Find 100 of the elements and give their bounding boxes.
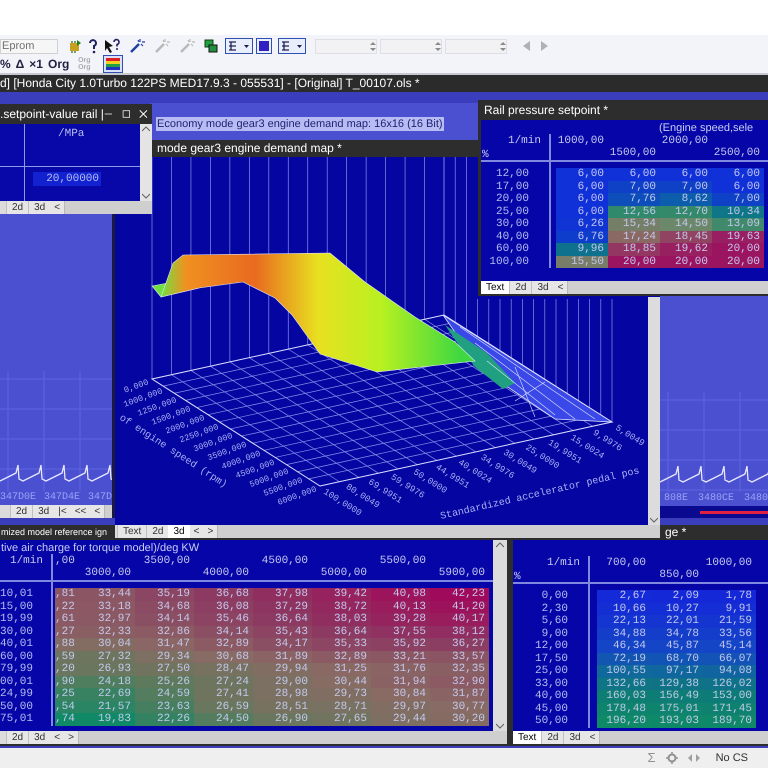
table-cell: 29,94: [253, 663, 312, 676]
view-tab[interactable]: 3d: [28, 731, 50, 744]
scroll-button[interactable]: <<: [70, 505, 90, 518]
scrollbar[interactable]: [493, 540, 507, 731]
row-header: 19,99: [0, 613, 34, 626]
table-cell: 15,50: [556, 256, 608, 268]
column-header: 4500,00: [260, 554, 309, 568]
scroll-button[interactable]: |<: [54, 505, 71, 518]
help-icon[interactable]: [86, 38, 100, 54]
gear-icon[interactable]: [666, 752, 678, 764]
window-title: d] [Honda City 1.0Turbo 122PS MED17.9.3 - 055531] - [Original] T_00107.ols *: [0, 75, 768, 92]
view-tab[interactable]: 2d: [146, 525, 168, 538]
row-header: 33,00: [534, 678, 569, 690]
table-cell: 29,44: [371, 713, 430, 726]
spin-arrows-icon[interactable]: [370, 40, 376, 52]
table-cell: 34,17: [253, 638, 312, 650]
row-header: 0,00: [540, 590, 569, 602]
view-tab[interactable]: 2d: [541, 731, 564, 744]
unit-label: %: [513, 570, 521, 584]
spin-field[interactable]: [315, 38, 377, 54]
address-label: 3480CE: [698, 492, 734, 506]
table-cell: 28,71: [312, 700, 371, 713]
table-cell: ,74: [55, 713, 76, 726]
table-cell: 34,14: [135, 613, 194, 626]
row-header: 100,00: [488, 256, 530, 268]
unit-label: 1/min: [506, 134, 542, 148]
scroll-button[interactable]: <: [90, 505, 104, 518]
table-cell: 1,78: [703, 590, 756, 602]
marker-line: [700, 510, 768, 514]
table-cell: 6,26: [556, 218, 608, 230]
column-header: 2500,00: [712, 146, 761, 160]
view-tab[interactable]: 2d: [6, 731, 28, 744]
table-cell: 34,88: [597, 628, 650, 640]
mode-button[interactable]: %: [0, 56, 11, 72]
scroll-button[interactable]: >: [203, 525, 218, 538]
table-cell: 196,20: [597, 715, 650, 728]
scroll-button[interactable]: <: [50, 731, 64, 744]
table-cell: 31,87: [430, 688, 489, 700]
spin-field[interactable]: [380, 38, 442, 54]
up-caret-icon[interactable]: [496, 542, 504, 548]
down-caret-icon[interactable]: [650, 517, 658, 523]
file-selector[interactable]: Eprom: [0, 38, 58, 54]
down-caret-icon[interactable]: [142, 193, 150, 199]
view-tab[interactable]: 2d: [10, 505, 32, 518]
table-cell: 34,68: [135, 600, 194, 613]
view-tab[interactable]: Text: [117, 525, 146, 538]
mode-button[interactable]: Δ: [16, 56, 24, 72]
table-cell: 41,20: [430, 600, 489, 613]
scroll-button[interactable]: <: [586, 731, 600, 744]
layout-dropdown-icon[interactable]: [278, 38, 306, 54]
row-header: 40,00: [534, 690, 569, 702]
mode-button[interactable]: Org: [48, 56, 70, 72]
view-tab[interactable]: 3d: [531, 281, 554, 294]
column-header: 850,00: [658, 568, 700, 582]
down-caret-icon[interactable]: [496, 723, 504, 729]
wand-icon[interactable]: [128, 38, 146, 54]
table-cell: 32,89: [194, 638, 253, 650]
view-tab[interactable]: Text: [481, 281, 510, 294]
scroll-button[interactable]: <: [554, 281, 568, 294]
scrollbar[interactable]: [140, 124, 152, 201]
spin-field[interactable]: [445, 38, 507, 54]
table-cell: 46,34: [597, 640, 650, 652]
table-cell: 35,92: [371, 638, 430, 650]
table-cell: 6,00: [556, 180, 608, 193]
maximize-icon[interactable]: [122, 108, 130, 120]
row-header: 25,00: [534, 665, 569, 678]
table-cell: 33,56: [703, 628, 756, 640]
windows-icon[interactable]: [203, 38, 219, 54]
scroll-button[interactable]: >: [64, 731, 78, 744]
table-cell: 35,43: [253, 626, 312, 638]
table-cell: 31,47: [135, 638, 194, 650]
table-cell: 19,63: [712, 230, 764, 243]
close-icon[interactable]: [139, 108, 148, 120]
scroll-button[interactable]: <: [50, 201, 64, 214]
view-tab[interactable]: 3d: [32, 505, 54, 518]
scrollbar[interactable]: [648, 297, 660, 525]
layout-dropdown-icon[interactable]: [225, 38, 253, 54]
color-square-icon[interactable]: [256, 38, 272, 54]
spin-arrows-icon[interactable]: [500, 40, 506, 52]
chip-icon[interactable]: [67, 38, 83, 54]
view-tab[interactable]: 3d: [168, 525, 190, 538]
view-tab[interactable]: 2d: [6, 201, 28, 214]
table-cell: 31,94: [371, 676, 430, 688]
pointer-help-icon[interactable]: [103, 38, 121, 54]
spin-arrows-icon[interactable]: [435, 40, 441, 52]
up-caret-icon[interactable]: [142, 126, 150, 132]
column-header: 1500,00: [608, 146, 657, 160]
scroll-button[interactable]: <: [190, 525, 204, 538]
table-cell: 32,33: [76, 626, 135, 638]
view-tab[interactable]: 3d: [28, 201, 50, 214]
color-scale-button[interactable]: [103, 55, 124, 73]
table-cell: 32,35: [430, 663, 489, 676]
table-cell: 27,65: [312, 713, 371, 726]
view-tab[interactable]: 3d: [563, 731, 586, 744]
row-header: 30,00: [494, 218, 530, 230]
view-tab[interactable]: Text: [513, 731, 542, 744]
table-cell: 6,00: [660, 168, 712, 180]
table-cell: 36,64: [312, 626, 371, 638]
mode-button[interactable]: ×1: [29, 56, 43, 72]
view-tab[interactable]: 2d: [509, 281, 532, 294]
